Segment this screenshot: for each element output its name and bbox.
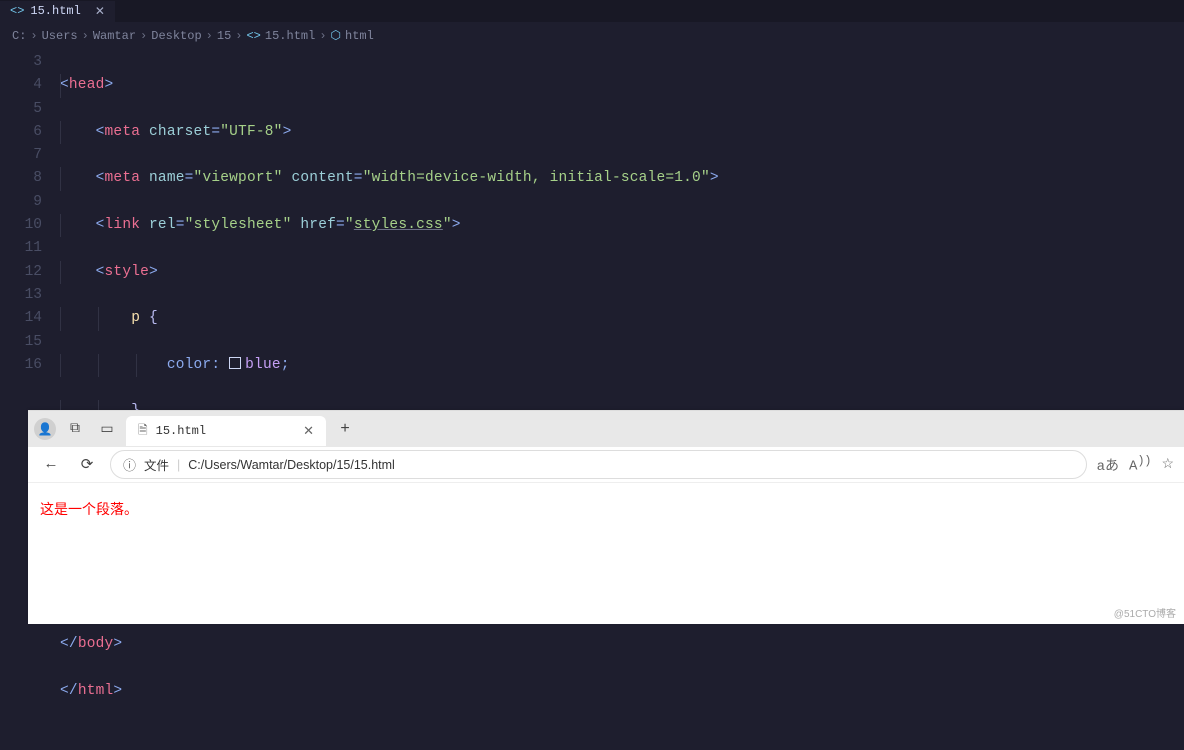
code-line: color: blue; bbox=[60, 354, 1184, 377]
breadcrumb: C: › Users › Wamtar › Desktop › 15 › <> 15.ht… bbox=[0, 22, 1184, 49]
code-line: <meta name="viewport" content="width=dev… bbox=[60, 167, 1184, 190]
breadcrumb-seg[interactable]: Wamtar bbox=[93, 29, 136, 43]
read-aloud-icon[interactable]: A)) bbox=[1129, 454, 1151, 475]
chevron-right-icon: › bbox=[206, 29, 213, 43]
url-label: 文件 bbox=[144, 455, 169, 474]
element-icon: ⬡ bbox=[331, 28, 341, 43]
translate-icon[interactable]: aあ bbox=[1097, 455, 1119, 475]
editor-tab[interactable]: <> 15.html ✕ bbox=[0, 1, 115, 22]
breadcrumb-seg[interactable]: html bbox=[345, 29, 374, 43]
watermark: @51CTO博客 bbox=[1114, 605, 1176, 620]
gutter: 345678910111213141516 bbox=[0, 51, 60, 750]
editor-tab-bar: <> 15.html ✕ bbox=[0, 0, 1184, 22]
breadcrumb-seg[interactable]: 15 bbox=[217, 29, 231, 43]
code-line: </body> bbox=[60, 633, 1184, 656]
code-content[interactable]: <head> <meta charset="UTF-8"> <meta name… bbox=[60, 51, 1184, 750]
code-line: <meta charset="UTF-8"> bbox=[60, 121, 1184, 144]
divider: | bbox=[177, 458, 180, 472]
code-area[interactable]: 345678910111213141516 <head> <meta chars… bbox=[0, 49, 1184, 750]
page-icon: 🗎 bbox=[138, 421, 148, 442]
close-icon[interactable]: ✕ bbox=[303, 424, 314, 439]
file-icon: <> bbox=[246, 29, 260, 43]
panel-icon[interactable]: ▭ bbox=[94, 416, 120, 442]
color-swatch-blue bbox=[229, 357, 241, 369]
browser-tab[interactable]: 🗎 15.html ✕ bbox=[126, 416, 326, 446]
profile-icon[interactable]: 👤 bbox=[34, 418, 56, 440]
info-icon[interactable]: ⓘ bbox=[123, 455, 136, 474]
browser-tab-title: 15.html bbox=[156, 424, 206, 438]
chevron-right-icon: › bbox=[140, 29, 147, 43]
address-bar[interactable]: ⓘ 文件 | C:/Users/Wamtar/Desktop/15/15.htm… bbox=[110, 450, 1087, 479]
breadcrumb-seg[interactable]: 15.html bbox=[265, 29, 315, 43]
address-actions: aあ A)) ☆ bbox=[1097, 454, 1174, 475]
browser-tab-bar: 👤 ⧉ ▭ 🗎 15.html ✕ + bbox=[28, 411, 1184, 447]
file-icon: <> bbox=[10, 4, 24, 18]
chevron-right-icon: › bbox=[30, 29, 37, 43]
back-button[interactable]: ← bbox=[38, 452, 64, 478]
breadcrumb-seg[interactable]: Desktop bbox=[151, 29, 201, 43]
url-path: C:/Users/Wamtar/Desktop/15/15.html bbox=[188, 458, 395, 472]
tab-filename: 15.html bbox=[30, 4, 80, 18]
page-paragraph: 这是一个段落。 bbox=[40, 499, 1172, 519]
code-line: <link rel="stylesheet" href="styles.css"… bbox=[60, 214, 1184, 237]
breadcrumb-seg[interactable]: Users bbox=[42, 29, 78, 43]
code-line: </html> bbox=[60, 680, 1184, 703]
code-line: <style> bbox=[60, 261, 1184, 284]
favorite-icon[interactable]: ☆ bbox=[1161, 456, 1174, 473]
chevron-right-icon: › bbox=[235, 29, 242, 43]
workspaces-icon[interactable]: ⧉ bbox=[62, 416, 88, 442]
code-line: p { bbox=[60, 307, 1184, 330]
browser-window: 👤 ⧉ ▭ 🗎 15.html ✕ + ← ⟳ ⓘ 文件 | C:/Users/… bbox=[28, 410, 1184, 624]
editor-area: <> 15.html ✕ C: › Users › Wamtar › Desktop ›… bbox=[0, 0, 1184, 410]
chevron-right-icon: › bbox=[319, 29, 326, 43]
new-tab-button[interactable]: + bbox=[332, 416, 358, 442]
page-content: 这是一个段落。 bbox=[28, 483, 1184, 535]
address-bar-row: ← ⟳ ⓘ 文件 | C:/Users/Wamtar/Desktop/15/15… bbox=[28, 447, 1184, 483]
chevron-right-icon: › bbox=[82, 29, 89, 43]
code-line: <head> bbox=[60, 74, 1184, 97]
breadcrumb-seg[interactable]: C: bbox=[12, 29, 26, 43]
refresh-button[interactable]: ⟳ bbox=[74, 452, 100, 478]
close-icon[interactable]: ✕ bbox=[95, 4, 105, 19]
